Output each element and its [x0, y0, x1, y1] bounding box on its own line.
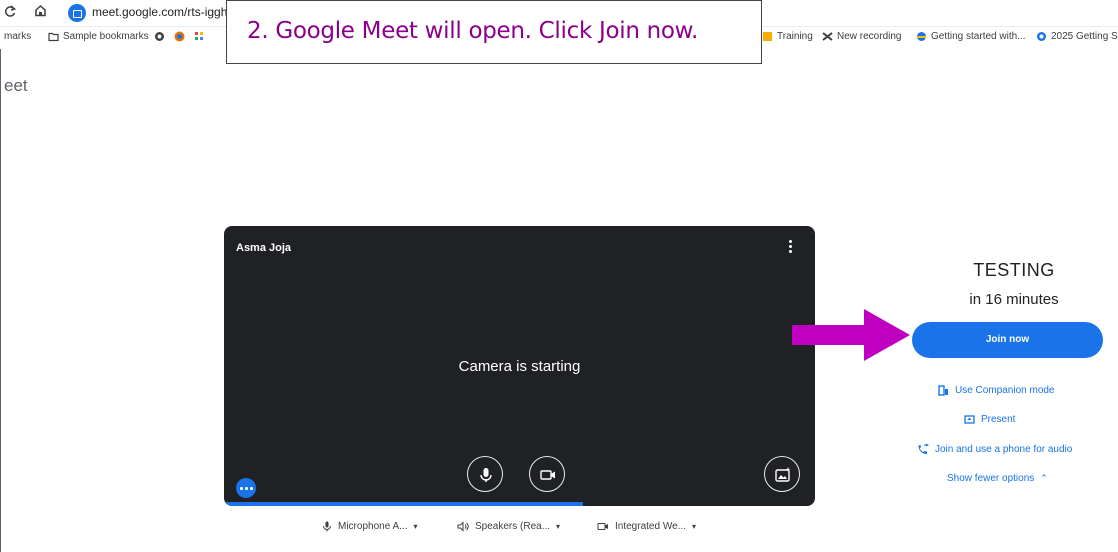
bookmark-item[interactable]: marks	[4, 31, 31, 42]
bookmark-new-recording[interactable]: New recording	[822, 31, 901, 42]
bookmark-favicon-2[interactable]	[174, 31, 185, 42]
camera-icon	[597, 523, 608, 530]
training-icon	[763, 32, 772, 41]
bookmark-favicon-1[interactable]	[154, 31, 165, 42]
camera-toggle-button[interactable]	[529, 456, 565, 492]
speakers-select-label: Speakers (Rea...	[475, 521, 551, 532]
instruction-callout: 2. Google Meet will open. Click Join now…	[226, 0, 762, 64]
phone-label: Join and use a phone for audio	[935, 444, 1073, 455]
pointer-arrow-icon	[792, 309, 910, 361]
app-title: eet	[4, 76, 28, 95]
camera-select-label: Integrated We...	[615, 521, 686, 532]
meeting-title: TESTING	[973, 260, 1055, 280]
app-icon	[174, 31, 185, 42]
video-preview: Asma Joja Camera is starting	[224, 226, 815, 506]
speakers-select[interactable]: Speakers (Rea... ▾	[457, 521, 560, 532]
globe-icon	[155, 32, 164, 41]
dropdown-icon: ▾	[691, 522, 696, 531]
more-vert-icon[interactable]	[789, 240, 793, 254]
bookmark-label: Getting started with...	[931, 31, 1026, 42]
address-bar-url[interactable]: meet.google.com/rts-iggh-	[92, 5, 231, 19]
left-border	[0, 0, 1, 552]
grid-icon	[195, 32, 203, 40]
dropdown-icon: ▾	[413, 522, 418, 531]
chrome-icon	[1037, 32, 1046, 41]
recording-icon	[822, 32, 833, 41]
bookmark-label: 2025 Getting S	[1051, 31, 1118, 42]
instruction-text: 2. Google Meet will open. Click Join now…	[247, 18, 699, 44]
bookmark-folder-sample[interactable]: Sample bookmarks	[48, 31, 149, 42]
effects-icon	[775, 467, 791, 482]
bookmark-getting-started[interactable]: Getting started with...	[916, 31, 1026, 42]
reload-icon[interactable]	[4, 4, 17, 21]
camera-status: Camera is starting	[458, 358, 581, 375]
companion-label: Use Companion mode	[955, 385, 1055, 396]
camera-select[interactable]: Integrated We... ▾	[597, 521, 696, 532]
visual-effects-button[interactable]	[764, 456, 800, 492]
bookmark-2025[interactable]: 2025 Getting S	[1036, 31, 1118, 42]
edge-icon	[917, 32, 926, 41]
microphone-select[interactable]: Microphone A... ▾	[322, 521, 418, 532]
present-button[interactable]: Present	[964, 414, 1015, 425]
loading-progress-bar	[224, 502, 583, 506]
companion-icon	[938, 385, 948, 396]
fewer-label: Show fewer options	[947, 473, 1035, 484]
more-options-button[interactable]	[236, 478, 256, 498]
self-name: Asma Joja	[236, 242, 292, 254]
dropdown-icon: ▾	[556, 522, 561, 531]
phone-audio-button[interactable]: Join and use a phone for audio	[917, 444, 1072, 455]
bookmark-training[interactable]: Training	[762, 31, 813, 42]
bookmark-label: marks	[4, 31, 32, 42]
folder-icon	[48, 32, 59, 42]
bookmark-favicon-3[interactable]	[194, 31, 205, 42]
companion-mode-button[interactable]: Use Companion mode	[938, 385, 1055, 396]
meet-icon	[68, 4, 86, 22]
present-label: Present	[981, 414, 1016, 425]
microphone-select-label: Microphone A...	[338, 521, 408, 532]
bookmark-label: Training	[777, 31, 813, 42]
bookmark-label: New recording	[837, 31, 902, 42]
mic-icon	[480, 468, 492, 482]
home-icon[interactable]	[34, 4, 47, 20]
mic-icon	[323, 521, 331, 532]
chevron-up-icon: ⌃	[1040, 473, 1048, 483]
phone-icon	[918, 444, 929, 454]
show-fewer-options-button[interactable]: Show fewer options ⌃	[947, 473, 1048, 484]
camera-icon	[540, 470, 555, 480]
meeting-start-time: in 16 minutes	[969, 291, 1059, 308]
join-now-button[interactable]: Join now	[912, 322, 1103, 358]
present-icon	[964, 415, 975, 424]
speaker-icon	[457, 521, 469, 532]
microphone-toggle-button[interactable]	[467, 456, 503, 492]
bookmark-label: Sample bookmarks	[63, 31, 149, 42]
